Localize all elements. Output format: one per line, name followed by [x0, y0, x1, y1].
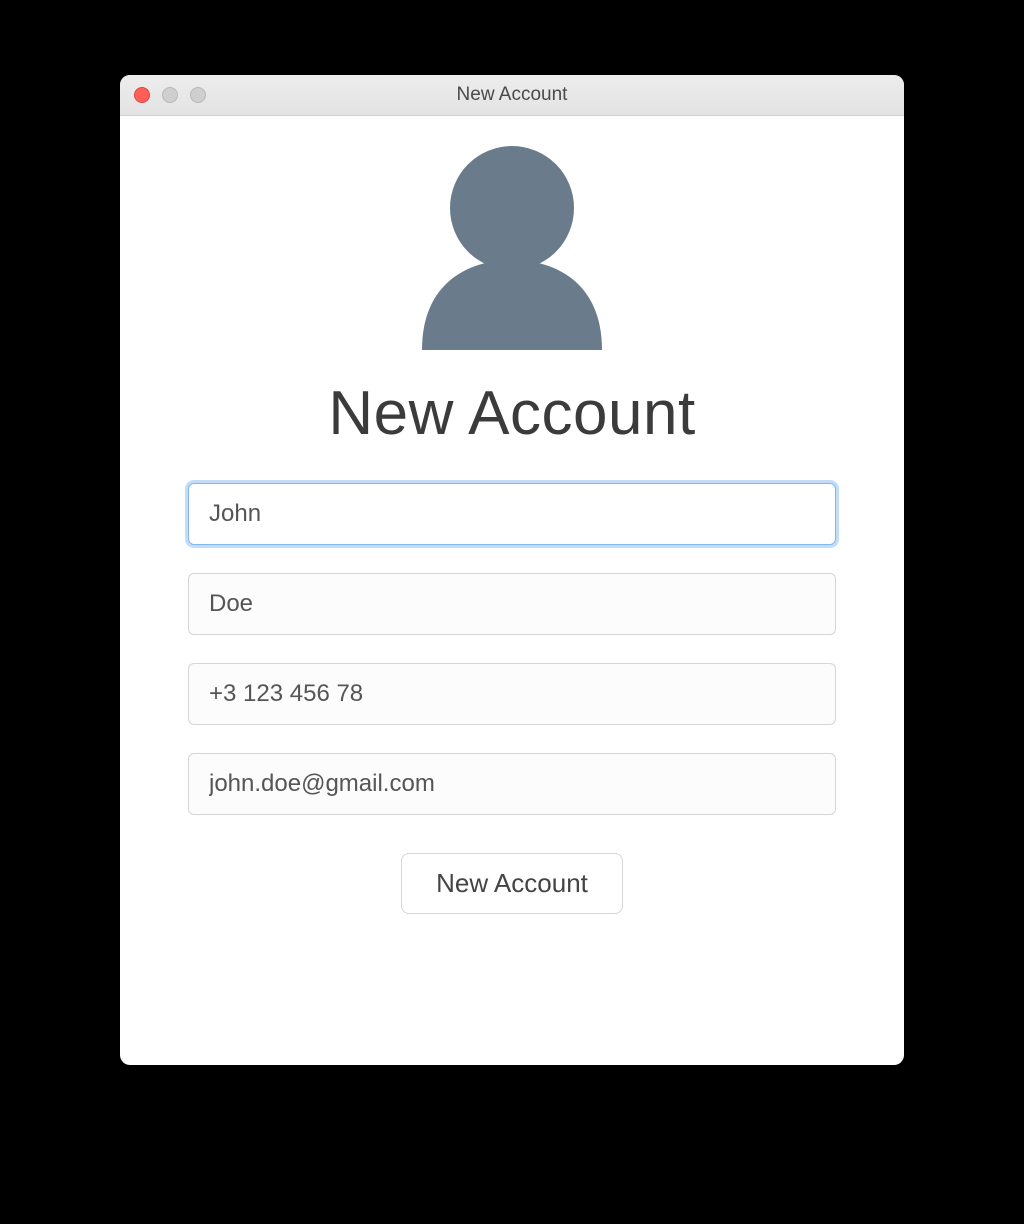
zoom-icon[interactable]: [190, 87, 206, 103]
form-container: New Account New Account: [120, 116, 904, 1065]
last-name-field[interactable]: [188, 573, 836, 635]
new-account-button[interactable]: New Account: [401, 853, 623, 914]
form-heading: New Account: [328, 378, 695, 449]
email-field[interactable]: [188, 753, 836, 815]
app-window: New Account New Account New Account: [120, 75, 904, 1065]
avatar-placeholder-icon: [392, 140, 632, 350]
window-controls: [120, 87, 206, 103]
first-name-field[interactable]: [188, 483, 836, 545]
phone-field[interactable]: [188, 663, 836, 725]
minimize-icon[interactable]: [162, 87, 178, 103]
window-title: New Account: [120, 84, 904, 106]
close-icon[interactable]: [134, 87, 150, 103]
titlebar: New Account: [120, 75, 904, 116]
